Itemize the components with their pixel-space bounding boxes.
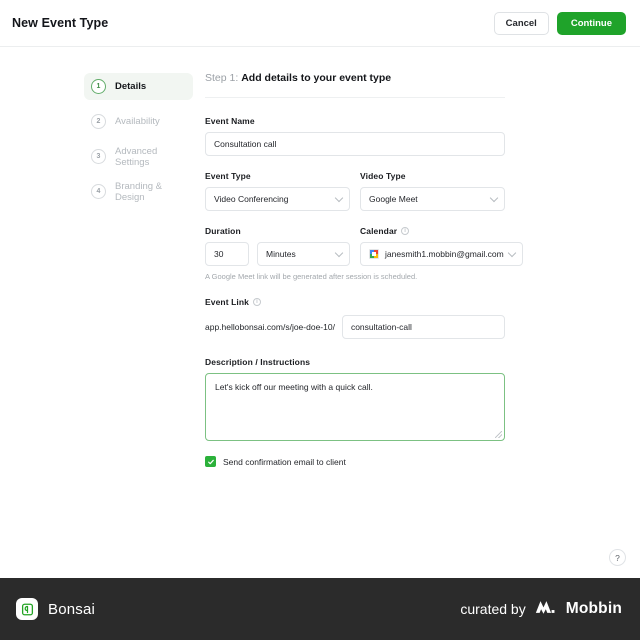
event-link-input[interactable]: consultation-call: [342, 315, 505, 339]
duration-field: Duration 30 Minutes: [205, 226, 350, 266]
footer-bar: Bonsai curated by Mobbin: [0, 578, 640, 640]
step-number-3: 3: [91, 149, 106, 164]
type-row: Event Type Video Conferencing Video Type…: [205, 171, 505, 211]
mobbin-logo-icon: [535, 599, 557, 620]
duration-unit-value: Minutes: [266, 249, 296, 259]
event-type-field: Event Type Video Conferencing: [205, 171, 350, 211]
curated-by-text: curated by: [460, 601, 525, 617]
page-title: New Event Type: [12, 16, 108, 30]
step-heading-text: Add details to your event type: [241, 72, 391, 84]
step-sidebar: 1 Details 2 Availability 3 Advanced Sett…: [0, 47, 205, 578]
duration-label: Duration: [205, 226, 350, 236]
chevron-down-icon: [335, 249, 343, 257]
description-value: Let's kick off our meeting with a quick …: [215, 382, 373, 392]
step-number-1: 1: [91, 79, 106, 94]
event-name-label: Event Name: [205, 116, 505, 126]
sidebar-item-label: Advanced Settings: [115, 146, 184, 168]
event-link-row: app.hellobonsai.com/s/joe-doe-10/ consul…: [205, 315, 505, 339]
duration-controls: 30 Minutes: [205, 242, 350, 266]
app-window: New Event Type Cancel Continue 1 Details…: [0, 0, 640, 640]
sidebar-item-branding-design[interactable]: 4 Branding & Design: [84, 178, 193, 205]
resize-handle[interactable]: [495, 431, 502, 438]
continue-button[interactable]: Continue: [557, 12, 626, 35]
description-textarea[interactable]: Let's kick off our meeting with a quick …: [205, 373, 505, 441]
send-confirmation-checkbox[interactable]: [205, 456, 216, 467]
main-content: Step 1: Add details to your event type E…: [205, 47, 640, 578]
header-actions: Cancel Continue: [494, 12, 626, 35]
event-type-label: Event Type: [205, 171, 350, 181]
duration-unit-select[interactable]: Minutes: [257, 242, 350, 266]
step-heading: Step 1: Add details to your event type: [205, 72, 505, 98]
description-label: Description / Instructions: [205, 357, 505, 367]
video-type-select[interactable]: Google Meet: [360, 187, 505, 211]
event-name-input[interactable]: Consultation call: [205, 132, 505, 156]
calendar-label: Calendar i: [360, 226, 523, 236]
event-type-value: Video Conferencing: [214, 194, 289, 204]
mobbin-brand-name: Mobbin: [566, 600, 622, 618]
step-number-4: 4: [91, 184, 106, 199]
sidebar-item-label: Availability: [115, 116, 160, 127]
sidebar-item-label: Details: [115, 81, 146, 92]
app-header: New Event Type Cancel Continue: [0, 0, 640, 47]
chevron-down-icon: [490, 194, 498, 202]
bonsai-brand-name: Bonsai: [48, 601, 95, 618]
page-body: 1 Details 2 Availability 3 Advanced Sett…: [0, 47, 640, 578]
video-type-field: Video Type Google Meet: [360, 171, 505, 211]
google-calendar-icon: [369, 249, 379, 259]
step-number-2: 2: [91, 114, 106, 129]
duration-calendar-row: Duration 30 Minutes Calendar i: [205, 226, 505, 266]
video-type-label: Video Type: [360, 171, 505, 181]
calendar-select[interactable]: janesmith1.mobbin@gmail.com: [360, 242, 523, 266]
curated-by: curated by Mobbin: [460, 599, 622, 620]
cancel-button[interactable]: Cancel: [494, 12, 549, 35]
confirmation-email-row: Send confirmation email to client: [205, 456, 505, 467]
bonsai-logo-icon: [16, 598, 38, 620]
calendar-label-text: Calendar: [360, 226, 397, 236]
description-field: Description / Instructions Let's kick of…: [205, 357, 505, 441]
step-heading-prefix: Step 1:: [205, 72, 238, 84]
duration-input[interactable]: 30: [205, 242, 249, 266]
info-icon[interactable]: i: [401, 227, 409, 235]
event-link-field: Event Link i app.hellobonsai.com/s/joe-d…: [205, 297, 505, 339]
event-type-select[interactable]: Video Conferencing: [205, 187, 350, 211]
sidebar-item-details[interactable]: 1 Details: [84, 73, 193, 100]
event-name-field: Event Name Consultation call: [205, 116, 505, 156]
calendar-value: janesmith1.mobbin@gmail.com: [385, 249, 504, 259]
chevron-down-icon: [335, 194, 343, 202]
event-link-label: Event Link i: [205, 297, 505, 307]
chevron-down-icon: [507, 249, 515, 257]
event-link-prefix: app.hellobonsai.com/s/joe-doe-10/: [205, 322, 335, 332]
sidebar-item-availability[interactable]: 2 Availability: [84, 108, 193, 135]
send-confirmation-label: Send confirmation email to client: [223, 457, 346, 467]
calendar-field: Calendar i janesmith1.mobbin@gmail.com: [360, 226, 523, 266]
bonsai-brand: Bonsai: [16, 598, 95, 620]
event-link-label-text: Event Link: [205, 297, 249, 307]
video-type-value: Google Meet: [369, 194, 418, 204]
info-icon[interactable]: i: [253, 298, 261, 306]
meet-link-hint: A Google Meet link will be generated aft…: [205, 272, 505, 281]
sidebar-item-label: Branding & Design: [115, 181, 184, 203]
sidebar-item-advanced-settings[interactable]: 3 Advanced Settings: [84, 143, 193, 170]
event-type-form: Step 1: Add details to your event type E…: [205, 72, 505, 467]
check-icon: [207, 458, 215, 466]
help-button[interactable]: ?: [609, 549, 626, 566]
